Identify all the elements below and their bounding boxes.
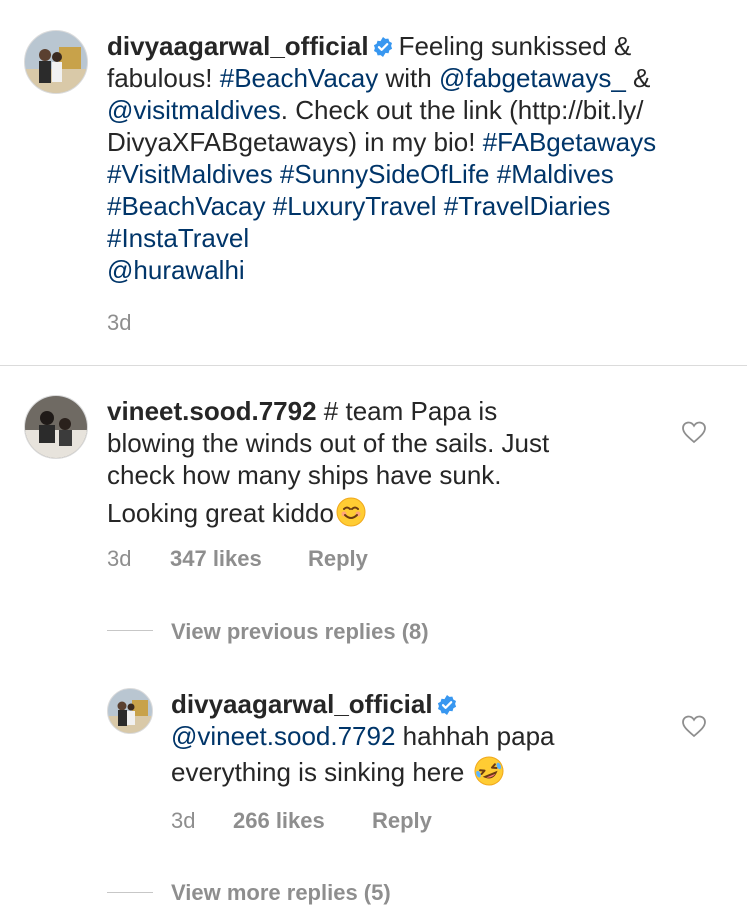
comment-reply-button[interactable]: Reply (308, 546, 368, 572)
caption-text-segment: & (625, 63, 651, 93)
comment-text: vineet.sood.7792 # team Papa is blowing … (107, 395, 667, 529)
comment-timestamp: 3d (107, 546, 132, 571)
comment-first-line: # team Papa is (323, 396, 498, 426)
caption-link[interactable]: #InstaTravel (107, 223, 249, 253)
view-more-replies-button[interactable]: View more replies (5) (171, 880, 391, 906)
comment-line-0: vineet.sood.7792 # team Papa is (107, 395, 667, 427)
caption-text-segment: Feeling sunkissed & (398, 31, 632, 61)
caption-line-1: fabulous! #BeachVacay with @fabgetaways_… (107, 62, 727, 94)
reply-mention-link[interactable]: @vineet.sood.7792 (171, 721, 395, 751)
rolling-laughing-emoji-icon (474, 756, 504, 786)
caption-text-segment: fabulous! (107, 63, 220, 93)
caption-line-2: @visitmaldives. Check out the link (http… (107, 94, 727, 126)
comment-line-1: blowing the winds out of the sails. Just (107, 428, 550, 458)
replies-dash (107, 630, 153, 631)
comment-line-3: Looking great kiddo (107, 497, 667, 529)
caption-line-4: #VisitMaldives #SunnySideOfLife #Maldive… (107, 158, 727, 190)
verified-badge-icon (373, 37, 392, 57)
smiling-face-emoji-icon (336, 497, 366, 527)
caption-link[interactable]: #BeachVacay (220, 63, 379, 93)
caption-line-5: #BeachVacay #LuxuryTravel #TravelDiaries (107, 190, 727, 222)
caption-link[interactable]: #BeachVacay #LuxuryTravel #TravelDiaries (107, 191, 610, 221)
reply-line-1: @vineet.sood.7792 hahhah papa (171, 720, 671, 752)
verified-badge-icon (437, 695, 456, 715)
avatar-photo-icon (25, 396, 87, 458)
view-previous-replies-button[interactable]: View previous replies (8) (171, 619, 429, 645)
comment-username[interactable]: vineet.sood.7792 (107, 396, 317, 426)
caption-link[interactable]: #FABgetaways (483, 127, 656, 157)
caption-timestamp: 3d (107, 310, 132, 335)
reply-username[interactable]: divyaagarwal_official (171, 689, 433, 719)
comment-line-2: check how many ships have sunk. (107, 460, 502, 490)
caption-link[interactable]: @fabgetaways_ (439, 63, 626, 93)
avatar-photo-icon (25, 31, 87, 93)
reply-timestamp: 3d (171, 808, 196, 833)
caption-line-0: divyaagarwal_official Feeling sunkissed & (107, 30, 727, 62)
caption-link[interactable]: @visitmaldives (107, 95, 281, 125)
reply-first-line-rest: hahhah papa (395, 721, 555, 751)
reply-avatar[interactable] (107, 688, 153, 734)
reply-like-heart-icon[interactable] (681, 714, 707, 738)
caption-avatar[interactable] (24, 30, 88, 94)
comment-likes[interactable]: 347 likes (170, 546, 262, 572)
reply-line-2: everything is sinking here (171, 756, 671, 788)
more-replies-dash (107, 892, 153, 893)
reply-text: divyaagarwal_official @vineet.sood.7792 … (171, 688, 671, 788)
caption-line-6: #InstaTravel (107, 222, 727, 254)
caption-text-segment: DivyaXFABgetaways) in my bio! (107, 127, 483, 157)
caption-line-3: DivyaXFABgetaways) in my bio! #FABgetawa… (107, 126, 727, 158)
comment-avatar[interactable] (24, 395, 88, 459)
reply-second-line: everything is sinking here (171, 757, 465, 787)
caption-link[interactable]: #VisitMaldives #SunnySideOfLife #Maldive… (107, 159, 614, 189)
section-divider (0, 365, 747, 366)
comment-last-line: Looking great kiddo (107, 498, 334, 528)
caption-text-segment: with (378, 63, 439, 93)
reply-likes[interactable]: 266 likes (233, 808, 325, 834)
reply-line-0: divyaagarwal_official (171, 688, 671, 720)
caption-text: divyaagarwal_official Feeling sunkissed &… (107, 30, 727, 286)
caption-text-segment: . Check out the link (http://bit.ly/ (280, 95, 644, 125)
comment-like-heart-icon[interactable] (681, 420, 707, 444)
avatar-photo-icon (108, 689, 152, 733)
caption-link[interactable]: @hurawalhi (107, 255, 245, 285)
caption-username[interactable]: divyaagarwal_official (107, 31, 369, 61)
caption-line-7: @hurawalhi (107, 254, 727, 286)
reply-reply-button[interactable]: Reply (372, 808, 432, 834)
